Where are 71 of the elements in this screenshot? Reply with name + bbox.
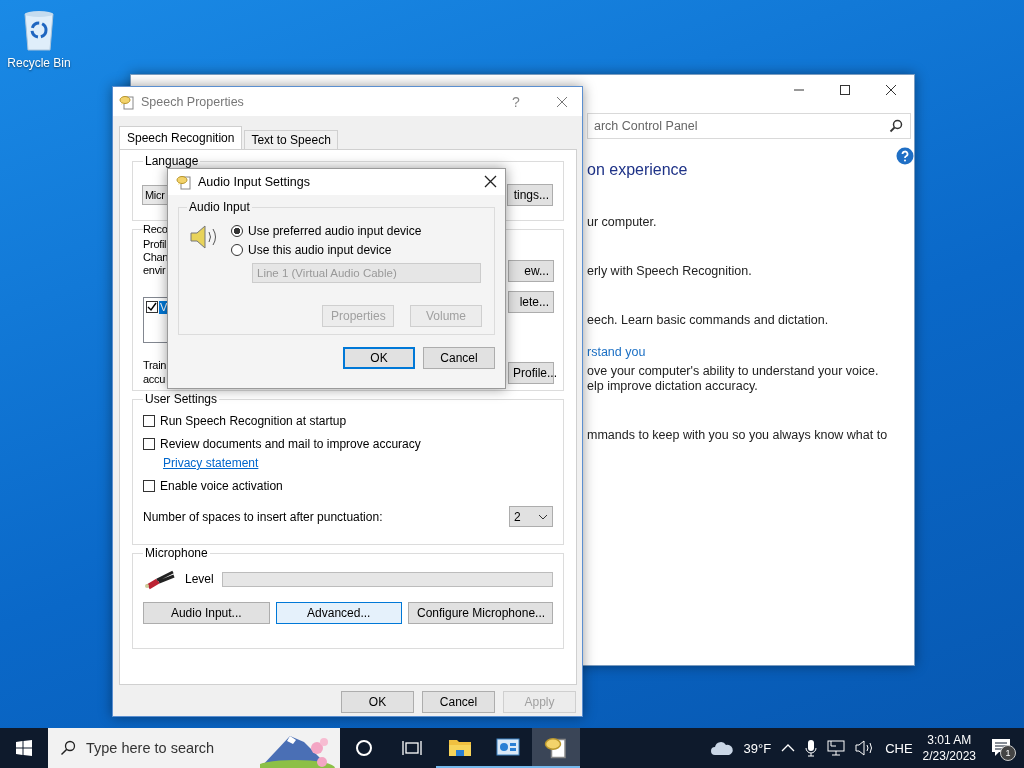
new-button[interactable]: ew...: [508, 260, 554, 282]
input-language[interactable]: CHE: [885, 740, 913, 756]
task-view-icon[interactable]: [402, 740, 422, 756]
spaces-label: Number of spaces to insert after punctuation:: [143, 509, 383, 524]
notification-count: 1: [1000, 745, 1016, 761]
help-icon[interactable]: [896, 147, 914, 165]
group-label: Microphone: [143, 546, 210, 560]
checkbox[interactable]: [143, 480, 155, 492]
settings-button[interactable]: tings...: [507, 184, 553, 206]
chevron-down-icon: [538, 513, 548, 520]
microphone-button[interactable]: Configure Microphone...: [408, 602, 553, 624]
dialog-title: Audio Input Settings: [198, 175, 311, 189]
delete-button[interactable]: lete...: [508, 291, 554, 313]
cable-plug-icon: [143, 568, 177, 590]
group-label: Language: [143, 154, 201, 168]
description-text: accu: [143, 373, 167, 386]
dialog-button[interactable]: Cancel: [422, 691, 495, 713]
privacy-link[interactable]: Privacy statement: [163, 456, 259, 470]
dialog-button[interactable]: OK: [343, 347, 415, 369]
cloud-icon[interactable]: [709, 740, 734, 756]
radio-label[interactable]: Use preferred audio input device: [248, 224, 422, 238]
windows-logo-icon[interactable]: [16, 740, 32, 756]
microphone-icon[interactable]: [805, 739, 818, 757]
description-text: Profil: [143, 238, 168, 251]
checkbox-label[interactable]: Run Speech Recognition at startup: [160, 414, 347, 428]
checkbox-label[interactable]: Enable voice activation: [160, 479, 283, 493]
speech-icon: [176, 174, 192, 190]
description-text: Train: [143, 359, 168, 372]
checkbox-label[interactable]: Review documents and mail to improve accuracy: [160, 437, 421, 451]
description-text: erly with Speech Recognition.: [587, 264, 753, 279]
group-label: Reco: [143, 223, 169, 236]
group-label: Audio Input: [187, 200, 252, 214]
clock[interactable]: 3:01 AM 2/23/2023: [922, 732, 976, 764]
level-label: Level: [185, 572, 214, 586]
page-heading: on experience: [587, 161, 689, 179]
microphone-button[interactable]: Audio Input...: [143, 602, 270, 624]
description-text: eech. Learn basic commands and dictation.: [587, 313, 830, 328]
cortana-icon[interactable]: [355, 739, 373, 757]
help-button[interactable]: ?: [496, 93, 536, 110]
desktop-icon-label: Recycle Bin: [7, 56, 71, 70]
checkbox[interactable]: [143, 438, 155, 450]
search-icon[interactable]: [888, 118, 904, 134]
link[interactable]: rstand you: [587, 345, 914, 359]
weather-temperature[interactable]: 39°F: [743, 740, 772, 756]
radio-button[interactable]: [231, 225, 243, 237]
control-panel-icon[interactable]: [496, 737, 520, 757]
microphone-button[interactable]: Advanced...: [275, 602, 402, 624]
description-text: mmands to keep with you so you always know what to: [587, 428, 889, 443]
checkbox[interactable]: [143, 415, 155, 427]
radio-button[interactable]: [231, 244, 243, 256]
speech-icon: [119, 93, 135, 110]
spaces-dropdown[interactable]: 2: [509, 506, 553, 527]
dialog-button[interactable]: OK: [341, 691, 414, 713]
tab[interactable]: Speech Recognition: [119, 126, 243, 149]
checkbox[interactable]: [146, 301, 158, 313]
tab[interactable]: Text to Speech: [244, 130, 338, 149]
search-icon: [60, 740, 76, 756]
speech-icon[interactable]: [543, 735, 569, 759]
radio-label[interactable]: Use this audio input device: [248, 243, 392, 257]
description-text: elp improve dictation accuracy.: [587, 379, 759, 394]
chevron-up-icon[interactable]: [781, 743, 796, 753]
network-icon[interactable]: [827, 740, 846, 756]
group-label: User Settings: [143, 392, 220, 406]
search-field[interactable]: arch Control Panel: [587, 113, 911, 139]
window-title: Speech Properties: [141, 94, 245, 109]
dialog-button[interactable]: Cancel: [423, 347, 495, 369]
folder-icon[interactable]: [448, 737, 472, 757]
description-text: ove your computer's ability to understand your voice.: [587, 364, 880, 379]
description-text: envir: [143, 264, 167, 277]
train-profile-button[interactable]: Profile...: [508, 362, 554, 384]
description-text: ur computer.: [587, 215, 658, 230]
